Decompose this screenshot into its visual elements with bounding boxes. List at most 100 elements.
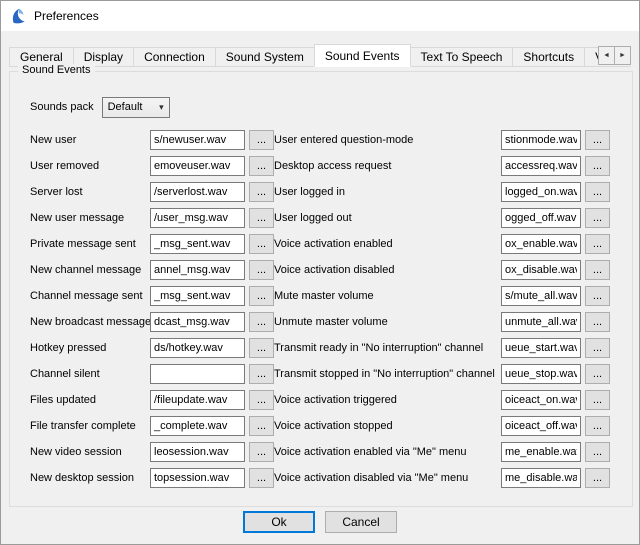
sound-file-input[interactable] — [501, 390, 581, 410]
sound-file-input[interactable] — [150, 260, 245, 280]
sound-event-label: Voice activation triggered — [274, 394, 501, 406]
sound-event-row: Voice activation disabled... — [274, 259, 610, 280]
title-bar[interactable]: Preferences — [1, 1, 639, 31]
browse-button[interactable]: ... — [585, 390, 610, 410]
sound-file-input[interactable] — [501, 468, 581, 488]
browse-button[interactable]: ... — [249, 442, 274, 462]
sound-event-label: Desktop access request — [274, 160, 501, 172]
sound-file-input[interactable] — [501, 260, 581, 280]
browse-button[interactable]: ... — [585, 208, 610, 228]
browse-button[interactable]: ... — [249, 338, 274, 358]
browse-button[interactable]: ... — [249, 156, 274, 176]
browse-button[interactable]: ... — [585, 416, 610, 436]
sound-event-row: Voice activation enabled... — [274, 233, 610, 254]
sound-event-row: Mute master volume... — [274, 285, 610, 306]
tab-sound-system[interactable]: Sound System — [215, 47, 315, 67]
browse-button[interactable]: ... — [249, 364, 274, 384]
sound-event-row: Voice activation stopped... — [274, 415, 610, 436]
sound-event-label: Unmute master volume — [274, 316, 501, 328]
tab-shortcuts[interactable]: Shortcuts — [512, 47, 585, 67]
sound-file-input[interactable] — [150, 182, 245, 202]
browse-button[interactable]: ... — [585, 364, 610, 384]
sound-file-input[interactable] — [501, 130, 581, 150]
sound-file-input[interactable] — [501, 312, 581, 332]
sound-file-input[interactable] — [150, 130, 245, 150]
sound-event-row: Unmute master volume... — [274, 311, 610, 332]
sound-file-input[interactable] — [150, 364, 245, 384]
tab-scroll-right-icon[interactable]: ► — [614, 46, 631, 65]
sound-event-row: Channel message sent... — [30, 285, 274, 306]
sound-file-input[interactable] — [150, 208, 245, 228]
sound-event-label: Private message sent — [30, 238, 150, 250]
sounds-pack-row: Sounds pack Default ▾ — [30, 96, 610, 118]
tab-text-to-speech[interactable]: Text To Speech — [410, 47, 514, 67]
browse-button[interactable]: ... — [585, 286, 610, 306]
browse-button[interactable]: ... — [249, 182, 274, 202]
sound-event-label: Voice activation enabled — [274, 238, 501, 250]
tab-sound-events[interactable]: Sound Events — [314, 44, 411, 67]
sound-event-row: File transfer complete... — [30, 415, 274, 436]
tab-scroll-left-icon[interactable]: ◄ — [598, 46, 615, 65]
sound-file-input[interactable] — [150, 390, 245, 410]
browse-button[interactable]: ... — [249, 468, 274, 488]
sound-file-input[interactable] — [150, 442, 245, 462]
sound-event-row: Voice activation disabled via "Me" menu.… — [274, 467, 610, 488]
browse-button[interactable]: ... — [249, 260, 274, 280]
browse-button[interactable]: ... — [585, 442, 610, 462]
sound-file-input[interactable] — [501, 338, 581, 358]
sound-file-input[interactable] — [501, 286, 581, 306]
sound-event-row: Voice activation enabled via "Me" menu..… — [274, 441, 610, 462]
browse-button[interactable]: ... — [249, 286, 274, 306]
sound-file-input[interactable] — [501, 182, 581, 202]
browse-button[interactable]: ... — [585, 234, 610, 254]
sound-file-input[interactable] — [150, 286, 245, 306]
sound-file-input[interactable] — [501, 156, 581, 176]
sounds-pack-select[interactable]: Default ▾ — [102, 97, 170, 118]
browse-button[interactable]: ... — [585, 338, 610, 358]
sound-event-row: New video session... — [30, 441, 274, 462]
cancel-button[interactable]: Cancel — [325, 511, 397, 533]
sound-event-label: Channel message sent — [30, 290, 150, 302]
browse-button[interactable]: ... — [585, 312, 610, 332]
sound-event-label: Voice activation enabled via "Me" menu — [274, 446, 501, 458]
sound-file-input[interactable] — [150, 338, 245, 358]
sound-event-row: Transmit ready in "No interruption" chan… — [274, 337, 610, 358]
browse-button[interactable]: ... — [585, 182, 610, 202]
sound-events-left-column: New user...User removed...Server lost...… — [30, 129, 274, 488]
browse-button[interactable]: ... — [249, 390, 274, 410]
sound-file-input[interactable] — [501, 208, 581, 228]
sound-file-input[interactable] — [150, 156, 245, 176]
browse-button[interactable]: ... — [585, 260, 610, 280]
browse-button[interactable]: ... — [249, 312, 274, 332]
sound-event-label: Mute master volume — [274, 290, 501, 302]
sound-event-row: New broadcast message... — [30, 311, 274, 332]
sound-event-label: Transmit stopped in "No interruption" ch… — [274, 368, 501, 380]
tab-connection[interactable]: Connection — [133, 47, 216, 67]
sound-event-row: Channel silent... — [30, 363, 274, 384]
group-content: Sounds pack Default ▾ New user...User re… — [10, 72, 632, 506]
sound-file-input[interactable] — [150, 234, 245, 254]
tab-scroll-control: ◄ ► — [599, 46, 631, 65]
browse-button[interactable]: ... — [249, 234, 274, 254]
browse-button[interactable]: ... — [249, 416, 274, 436]
sound-file-input[interactable] — [150, 312, 245, 332]
sound-event-label: User logged out — [274, 212, 501, 224]
browse-button[interactable]: ... — [585, 468, 610, 488]
sound-file-input[interactable] — [150, 416, 245, 436]
sound-file-input[interactable] — [501, 442, 581, 462]
sound-file-input[interactable] — [501, 364, 581, 384]
sound-file-input[interactable] — [501, 416, 581, 436]
sound-file-input[interactable] — [501, 234, 581, 254]
sound-file-input[interactable] — [150, 468, 245, 488]
sound-event-label: File transfer complete — [30, 420, 150, 432]
tabs-strip: GeneralDisplayConnectionSound SystemSoun… — [9, 44, 603, 67]
sound-event-label: User removed — [30, 160, 150, 172]
browse-button[interactable]: ... — [249, 130, 274, 150]
browse-button[interactable]: ... — [585, 156, 610, 176]
sound-event-row: User entered question-mode... — [274, 129, 610, 150]
sound-events-right-column: User entered question-mode... Desktop acc… — [274, 129, 610, 488]
browse-button[interactable]: ... — [585, 130, 610, 150]
sound-event-label: Voice activation stopped — [274, 420, 501, 432]
ok-button[interactable]: Ok — [243, 511, 315, 533]
browse-button[interactable]: ... — [249, 208, 274, 228]
